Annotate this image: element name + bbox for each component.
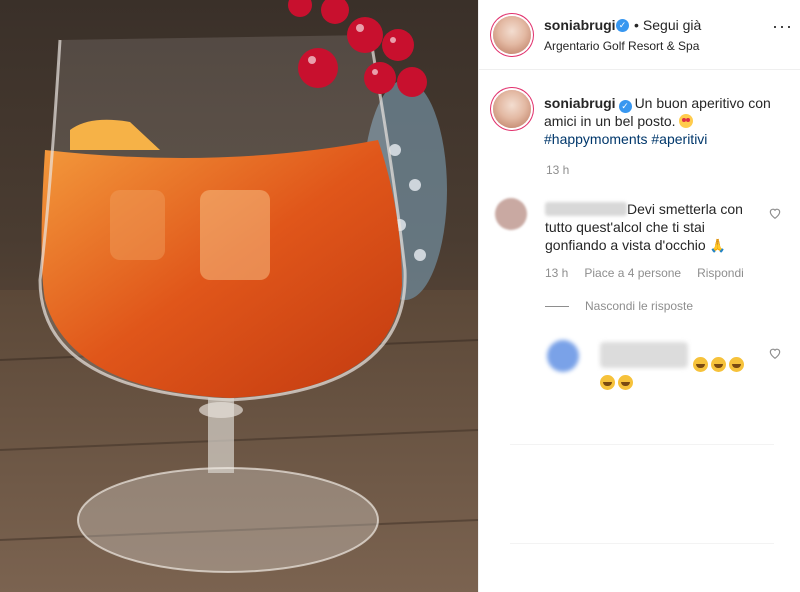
caption-time: 13 h [546, 163, 570, 177]
more-options-icon[interactable]: ··· [772, 17, 793, 35]
divider [510, 543, 774, 544]
rofl-emoji-icon [618, 375, 633, 390]
comment-body: Devi smetterla con tutto quest'alcol che… [545, 200, 760, 255]
like-reply-icon[interactable] [768, 346, 782, 360]
comment-meta: 13 h Piace a 4 persone Rispondi [545, 266, 744, 280]
rofl-emoji-icon [600, 375, 615, 390]
post-header: soniabrugi ✓ • Segui già Argentario Golf … [479, 0, 800, 70]
divider [510, 444, 774, 445]
verified-icon: ✓ [616, 19, 629, 32]
comment-username-blurred[interactable] [545, 202, 627, 216]
caption-username[interactable]: soniabrugi [544, 95, 616, 111]
rofl-emoji-icon [729, 357, 744, 372]
follow-status[interactable]: • Segui già [634, 17, 701, 33]
heart-eyes-emoji-icon [679, 114, 694, 128]
header-username[interactable]: soniabrugi [544, 17, 616, 33]
comment-avatar[interactable] [495, 198, 527, 230]
comment-likes[interactable]: Piace a 4 persone [584, 266, 681, 280]
rofl-emoji-icon [711, 357, 726, 372]
cocktail-image [0, 0, 478, 592]
caption-hashtags[interactable]: #happymoments #aperitivi [544, 131, 707, 147]
post-sidebar: soniabrugi ✓ • Segui già Argentario Golf … [478, 0, 800, 592]
like-comment-icon[interactable] [768, 206, 782, 220]
pray-emoji-icon: 🙏 [709, 238, 726, 253]
comment-time: 13 h [545, 266, 569, 280]
reply-avatar[interactable] [547, 340, 579, 372]
post-photo[interactable] [0, 0, 478, 592]
caption: soniabrugi ✓ Un buon aperitivo con amici i… [544, 94, 784, 148]
avatar[interactable] [493, 16, 531, 54]
reply-username-blurred[interactable] [600, 342, 688, 368]
divider [545, 306, 569, 307]
reply-emojis-line2 [600, 375, 636, 395]
follow-label[interactable]: Segui già [643, 17, 701, 33]
verified-icon: ✓ [618, 100, 632, 113]
hide-replies-button[interactable]: Nascondi le risposte [585, 299, 693, 313]
location-link[interactable]: Argentario Golf Resort & Spa [544, 39, 699, 53]
reply-button[interactable]: Rispondi [697, 266, 744, 280]
reply-emojis-line1 [693, 357, 747, 377]
rofl-emoji-icon [693, 357, 708, 372]
caption-avatar[interactable] [493, 90, 531, 128]
